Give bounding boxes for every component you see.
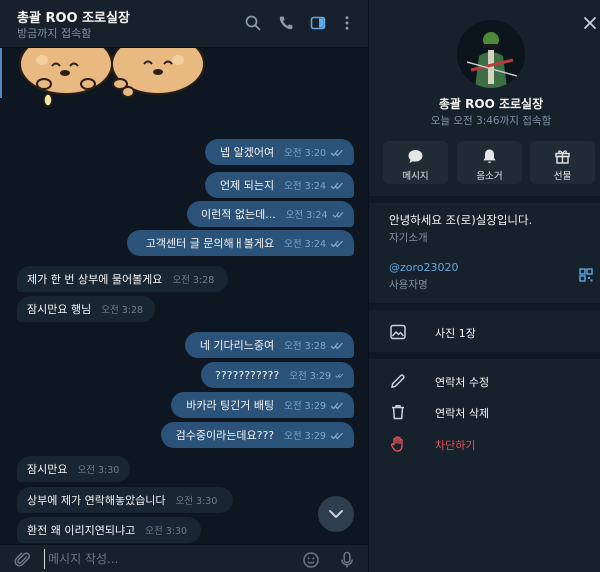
photo-icon: [389, 323, 407, 341]
sidebar-toggle-icon[interactable]: [309, 14, 327, 32]
message-time: 오전 3:29: [284, 401, 326, 412]
action-label: 메시지: [402, 171, 429, 182]
message-time: 오전 3:28: [101, 305, 144, 316]
message-bubble-incoming[interactable]: 제가 한 번 상부에 물어볼게요 오전 3:28: [17, 266, 228, 292]
message-bubble-outgoing[interactable]: 언제 되는지 오전 3:24: [205, 172, 354, 198]
message-text: 상부에 제가 연락해놓았습니다: [27, 494, 166, 507]
bio-text: 안녕하세요 조(로)실장입니다.: [389, 213, 533, 227]
message-bubble-outgoing[interactable]: 넵 알겠어여 오전 3:20: [205, 139, 354, 165]
message-text: 환전 왜 이리지연되냐고: [27, 524, 136, 537]
last-seen-status: 오늘 오전 3:46까지 접속함: [430, 115, 552, 127]
trash-icon: [389, 403, 407, 421]
message-bubble-incoming[interactable]: 잠시만요 오전 3:30: [17, 456, 130, 482]
avatar[interactable]: [457, 20, 525, 88]
block-user-row[interactable]: 차단하기: [369, 430, 600, 458]
message-time: 오전 3:20: [284, 148, 326, 159]
chat-pane: 총괄 ROO 조로실장 방금까지 접속함 넵 알겠어여 오전 3:20 언제 되…: [0, 0, 368, 572]
divider: [369, 352, 600, 359]
close-icon[interactable]: [582, 15, 598, 31]
message-text: 넵 알겠어여: [220, 146, 275, 159]
bio-label: 자기소개: [389, 232, 428, 244]
mute-button[interactable]: 음소거: [457, 141, 522, 184]
message-time: 오전 3:30: [175, 496, 218, 507]
message-bubble-outgoing[interactable]: 이런적 없는데... 오전 3:24: [187, 201, 354, 227]
message-bubble-outgoing[interactable]: 검수중이라는데요??? 오전 3:29: [161, 422, 354, 448]
chat-status: 방금까지 접속함: [17, 27, 92, 40]
username-label: 사용자명: [389, 279, 428, 291]
delete-contact-row[interactable]: 연락처 삭제: [369, 398, 600, 426]
double-check-icon: [330, 240, 343, 247]
message-text: 네 기다리느중여: [199, 339, 275, 352]
message-text: ???????????: [215, 368, 280, 382]
message-input[interactable]: [44, 549, 284, 569]
shared-photos-label: 사진 1장: [435, 327, 476, 340]
message-time: 오전 3:30: [77, 465, 120, 476]
message-text: 잠시만요 행님: [27, 303, 92, 316]
block-user-label: 차단하기: [435, 439, 476, 452]
double-check-icon: [330, 402, 343, 409]
message-icon: [408, 150, 423, 163]
message-text: 검수중이라는데요???: [175, 429, 275, 442]
username-link[interactable]: @zoro23020: [389, 261, 459, 274]
message-time: 오전 3:29: [289, 371, 332, 382]
double-check-icon: [330, 182, 343, 189]
profile-name: 총괄 ROO 조로실장: [438, 97, 544, 111]
double-check-icon: [330, 342, 343, 349]
chevron-down-icon: [329, 510, 343, 519]
message-text: 고객센터 글 문의해ㅐ볼게요: [145, 237, 275, 250]
action-label: 음소거: [476, 171, 503, 182]
edit-contact-label: 연락처 수정: [435, 376, 490, 389]
telegram-window: 총괄 ROO 조로실장 방금까지 접속함 넵 알겠어여 오전 3:20 언제 되…: [0, 0, 600, 572]
message-text: 이런적 없는데...: [201, 208, 276, 221]
message-bubble-incoming[interactable]: 상부에 제가 연락해놓았습니다 오전 3:30: [17, 487, 233, 513]
message-time: 오전 3:30: [145, 526, 188, 537]
message-time: 오전 3:24: [284, 181, 326, 192]
edit-contact-row[interactable]: 연락처 수정: [369, 367, 600, 395]
double-check-icon: [335, 373, 344, 378]
message-text: 잠시만요: [27, 463, 68, 476]
qr-code-icon[interactable]: [579, 268, 593, 282]
search-icon[interactable]: [244, 14, 262, 32]
message-time: 오전 3:24: [284, 239, 326, 250]
chat-header: 총괄 ROO 조로실장 방금까지 접속함: [0, 0, 368, 48]
delete-contact-label: 연락처 삭제: [435, 407, 490, 420]
message-button[interactable]: 메시지: [383, 141, 448, 184]
phone-icon[interactable]: [277, 14, 295, 32]
message-composer: [0, 544, 368, 572]
unread-accent-bar: [0, 48, 2, 98]
profile-panel: 총괄 ROO 조로실장 오늘 오전 3:46까지 접속함 메시지 음소거 선물 …: [368, 0, 600, 572]
emoji-icon[interactable]: [302, 551, 320, 569]
gift-button[interactable]: 선물: [530, 141, 595, 184]
message-text: 제가 한 번 상부에 물어볼게요: [27, 273, 163, 286]
message-time: 오전 3:24: [285, 210, 328, 221]
message-text: 바카라 팅긴거 배팅: [186, 399, 275, 412]
message-text: 언제 되는지: [220, 179, 275, 192]
pencil-icon: [389, 372, 407, 390]
bell-icon: [483, 149, 496, 163]
message-time: 오전 3:28: [172, 275, 215, 286]
double-check-icon: [332, 211, 344, 218]
shared-photos-row[interactable]: 사진 1장: [369, 318, 600, 346]
double-check-icon: [330, 149, 343, 156]
attach-icon[interactable]: [14, 551, 32, 569]
gift-icon: [555, 150, 570, 164]
message-time: 오전 3:28: [284, 341, 326, 352]
more-menu-icon[interactable]: [338, 14, 356, 32]
message-bubble-outgoing[interactable]: 네 기다리느중여 오전 3:28: [185, 332, 354, 358]
divider: [369, 303, 600, 310]
scroll-to-bottom-button[interactable]: [318, 496, 354, 532]
message-bubble-outgoing[interactable]: ??????????? 오전 3:29: [201, 362, 354, 388]
message-bubble-outgoing[interactable]: 고객센터 글 문의해ㅐ볼게요 오전 3:24: [127, 230, 354, 256]
message-bubble-incoming[interactable]: 환전 왜 이리지연되냐고 오전 3:30: [17, 517, 201, 543]
message-time: 오전 3:29: [284, 431, 326, 442]
hand-stop-icon: [389, 435, 407, 453]
message-bubble-outgoing[interactable]: 바카라 팅긴거 배팅 오전 3:29: [171, 392, 354, 418]
divider: [369, 196, 600, 203]
microphone-icon[interactable]: [338, 551, 356, 569]
bear-sticker[interactable]: [8, 40, 208, 120]
action-label: 선물: [553, 171, 572, 182]
double-check-icon: [330, 432, 343, 439]
chat-title[interactable]: 총괄 ROO 조로실장: [17, 7, 130, 26]
message-bubble-incoming[interactable]: 잠시만요 행님 오전 3:28: [17, 296, 155, 322]
